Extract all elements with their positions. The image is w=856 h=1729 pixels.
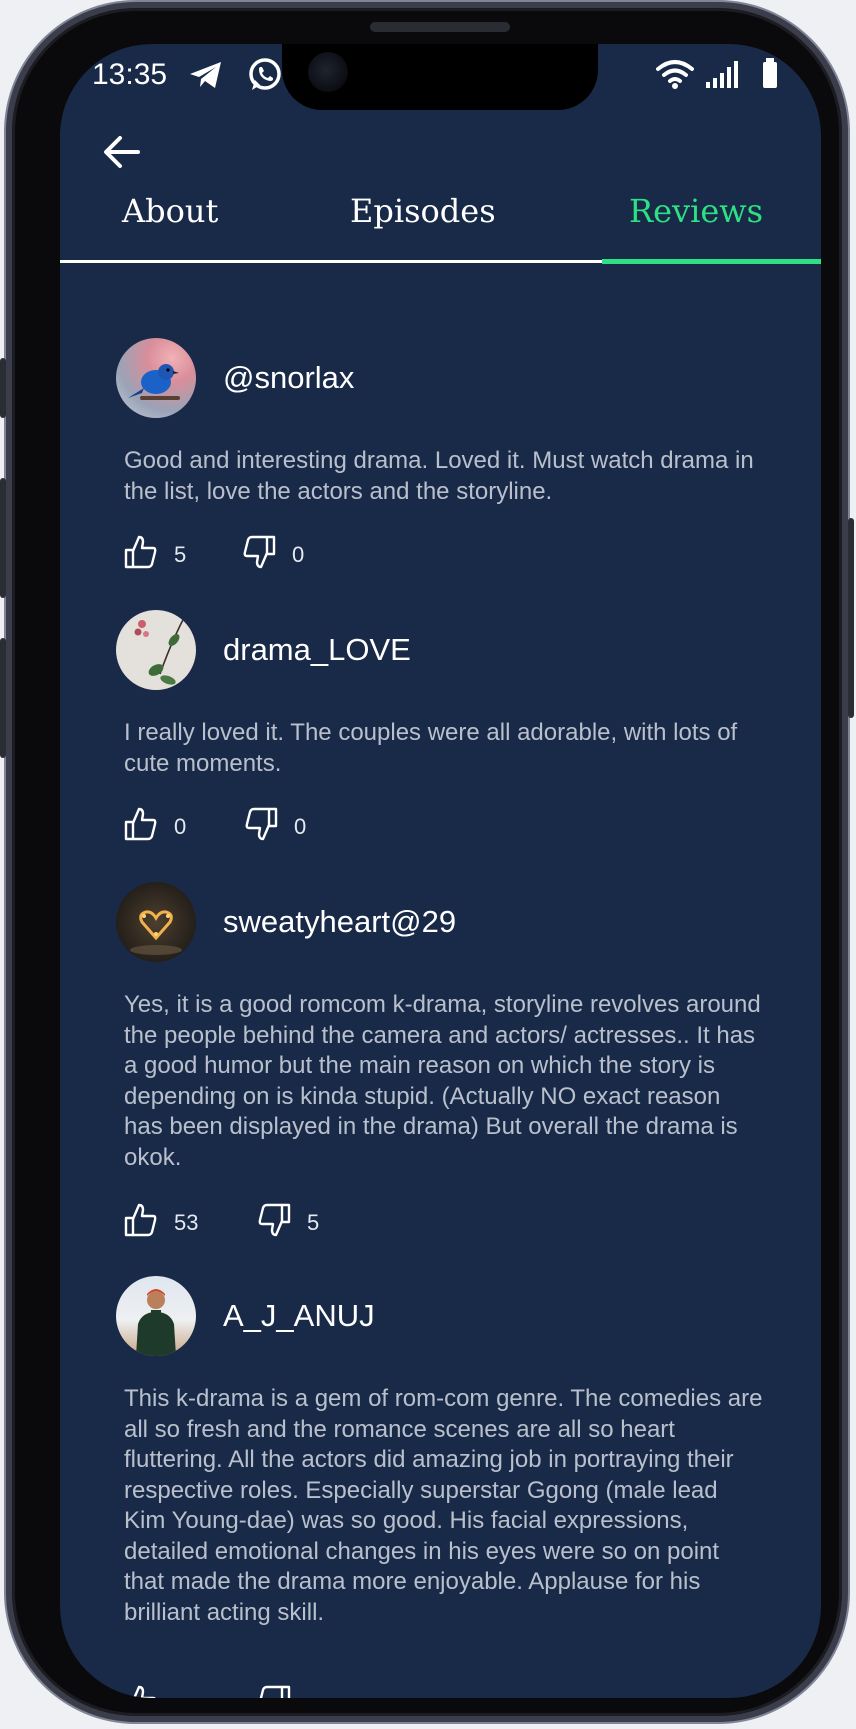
- review-username[interactable]: drama_LOVE: [223, 632, 411, 668]
- review-reactions: [124, 1684, 424, 1698]
- thumbs-up-icon: [124, 535, 157, 569]
- thumbs-up-icon: [132, 1685, 156, 1698]
- signal-icon: [706, 61, 738, 88]
- review-text: Yes, it is a good romcom k-drama, storyl…: [124, 991, 761, 1171]
- review-text: This k-drama is a gem of rom-com genre. …: [124, 1385, 763, 1626]
- app-screen: 13:35 About Episodes Reviews @snorlax Go…: [60, 44, 821, 1698]
- avatar[interactable]: [116, 338, 196, 418]
- review-item: A_J_ANUJ This k-drama is a gem of rom-co…: [116, 1276, 766, 1698]
- earpiece-speaker: [370, 22, 510, 32]
- dislike-button[interactable]: [257, 1684, 347, 1698]
- review-reactions: 0 0: [124, 806, 424, 846]
- like-count: 0: [174, 814, 187, 839]
- tab-reviews[interactable]: Reviews: [629, 192, 763, 230]
- tab-episodes[interactable]: Episodes: [350, 192, 496, 230]
- phone-frame: 13:35 About Episodes Reviews @snorlax Go…: [0, 2, 854, 1722]
- review-item: sweatyheart@29 Yes, it is a good romcom …: [116, 882, 766, 1242]
- whatsapp-icon: [249, 58, 281, 90]
- thumbs-up-icon: [124, 807, 157, 841]
- thumbs-down-icon: [259, 1685, 291, 1698]
- like-button[interactable]: [124, 1684, 214, 1698]
- dislike-button[interactable]: 0: [242, 534, 332, 572]
- power-button: [848, 518, 854, 718]
- review-item: drama_LOVE I really loved it. The couple…: [116, 610, 766, 841]
- person-image: [136, 1289, 176, 1356]
- battery-icon: [763, 58, 777, 88]
- front-camera: [308, 52, 348, 92]
- thumbs-down-icon: [258, 1203, 291, 1237]
- tab-about[interactable]: About: [122, 192, 218, 230]
- back-arrow-icon[interactable]: [102, 132, 142, 172]
- dislike-count: 0: [292, 542, 305, 567]
- thumbs-down-icon: [243, 535, 276, 569]
- tab-bar: About Episodes Reviews: [60, 192, 821, 252]
- review-reactions: 5 0: [124, 534, 424, 574]
- review-username[interactable]: sweatyheart@29: [223, 904, 456, 940]
- phone-side-button: [0, 358, 6, 418]
- thumbs-up-icon: [124, 1203, 157, 1237]
- flower-image: [134, 613, 187, 685]
- like-button[interactable]: 53: [124, 1202, 224, 1240]
- telegram-icon: [190, 62, 221, 88]
- like-button[interactable]: 5: [124, 534, 214, 572]
- like-count: 5: [174, 542, 187, 567]
- review-item: @snorlax Good and interesting drama. Lov…: [116, 338, 766, 569]
- review-text: Good and interesting drama. Loved it. Mu…: [124, 447, 754, 505]
- thumbs-down-icon: [245, 807, 278, 841]
- like-button[interactable]: 0: [124, 806, 214, 844]
- dislike-count: 5: [307, 1210, 320, 1235]
- bird-image: [128, 364, 180, 400]
- status-time: 13:35: [92, 58, 168, 91]
- volume-up-button: [0, 478, 6, 598]
- avatar[interactable]: [116, 1276, 196, 1356]
- review-username[interactable]: @snorlax: [223, 360, 354, 396]
- notch: [282, 44, 598, 110]
- like-count: 53: [174, 1210, 199, 1235]
- wifi-icon: [656, 60, 694, 89]
- avatar[interactable]: [116, 610, 196, 690]
- volume-down-button: [0, 638, 6, 758]
- heart-lights-image: [130, 910, 182, 955]
- active-tab-indicator: [602, 259, 821, 264]
- dislike-button[interactable]: 5: [257, 1202, 347, 1240]
- dislike-count: 0: [294, 814, 307, 839]
- review-username[interactable]: A_J_ANUJ: [223, 1298, 375, 1334]
- avatar[interactable]: [116, 882, 196, 962]
- review-reactions: 53 5: [124, 1202, 424, 1242]
- dislike-button[interactable]: 0: [244, 806, 334, 844]
- review-text: I really loved it. The couples were all …: [124, 719, 738, 777]
